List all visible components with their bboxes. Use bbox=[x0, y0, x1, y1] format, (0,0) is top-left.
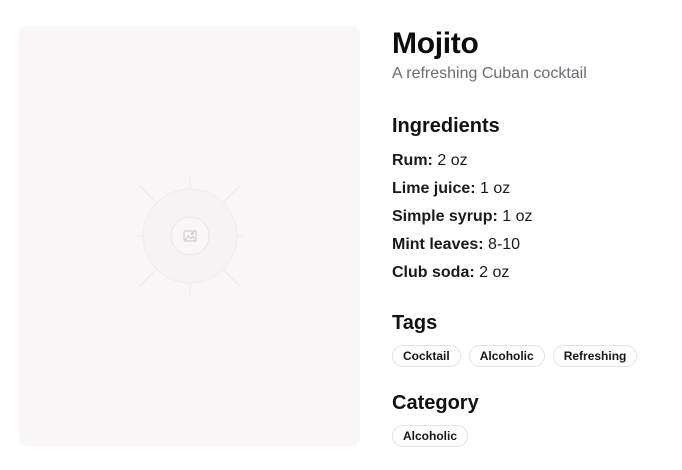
tags-list: Cocktail Alcoholic Refreshing bbox=[392, 345, 672, 367]
ingredient-item: Simple syrup: 1 oz bbox=[392, 203, 672, 231]
ingredient-amount: 2 oz bbox=[479, 264, 510, 281]
image-icon bbox=[136, 176, 244, 296]
tags-heading: Tags bbox=[392, 312, 438, 334]
ingredients-heading: Ingredients bbox=[392, 115, 500, 137]
ingredient-item: Mint leaves: 8-10 bbox=[392, 231, 672, 259]
ingredient-name: Rum: bbox=[392, 152, 433, 169]
ingredient-amount: 1 oz bbox=[502, 208, 533, 225]
ingredient-item: Club soda: 2 oz bbox=[392, 259, 672, 287]
drink-detail-page: Mojito A refreshing Cuban cocktail Ingre… bbox=[0, 0, 682, 470]
drink-description: A refreshing Cuban cocktail bbox=[392, 65, 587, 82]
ingredient-name: Simple syrup: bbox=[392, 208, 498, 225]
ingredients-list: Rum: 2 oz Lime juice: 1 oz Simple syrup:… bbox=[392, 147, 672, 287]
ingredient-amount: 1 oz bbox=[480, 180, 511, 197]
category-heading: Category bbox=[392, 392, 479, 414]
drink-details: Mojito A refreshing Cuban cocktail Ingre… bbox=[392, 26, 672, 447]
drink-image-placeholder bbox=[19, 26, 360, 446]
ingredient-amount: 8-10 bbox=[488, 236, 521, 253]
tag-chip-refreshing[interactable]: Refreshing bbox=[552, 345, 638, 367]
ingredient-item: Lime juice: 1 oz bbox=[392, 175, 672, 203]
category-chip-alcoholic[interactable]: Alcoholic bbox=[392, 425, 469, 447]
tag-chip-cocktail[interactable]: Cocktail bbox=[392, 345, 461, 367]
ingredient-name: Club soda: bbox=[392, 264, 475, 281]
ingredient-name: Lime juice: bbox=[392, 180, 476, 197]
tag-chip-alcoholic[interactable]: Alcoholic bbox=[468, 345, 545, 367]
ingredient-item: Rum: 2 oz bbox=[392, 147, 672, 175]
ingredient-name: Mint leaves: bbox=[392, 236, 484, 253]
drink-title: Mojito bbox=[392, 27, 479, 60]
category-list: Alcoholic bbox=[392, 425, 672, 447]
ingredient-amount: 2 oz bbox=[437, 152, 468, 169]
